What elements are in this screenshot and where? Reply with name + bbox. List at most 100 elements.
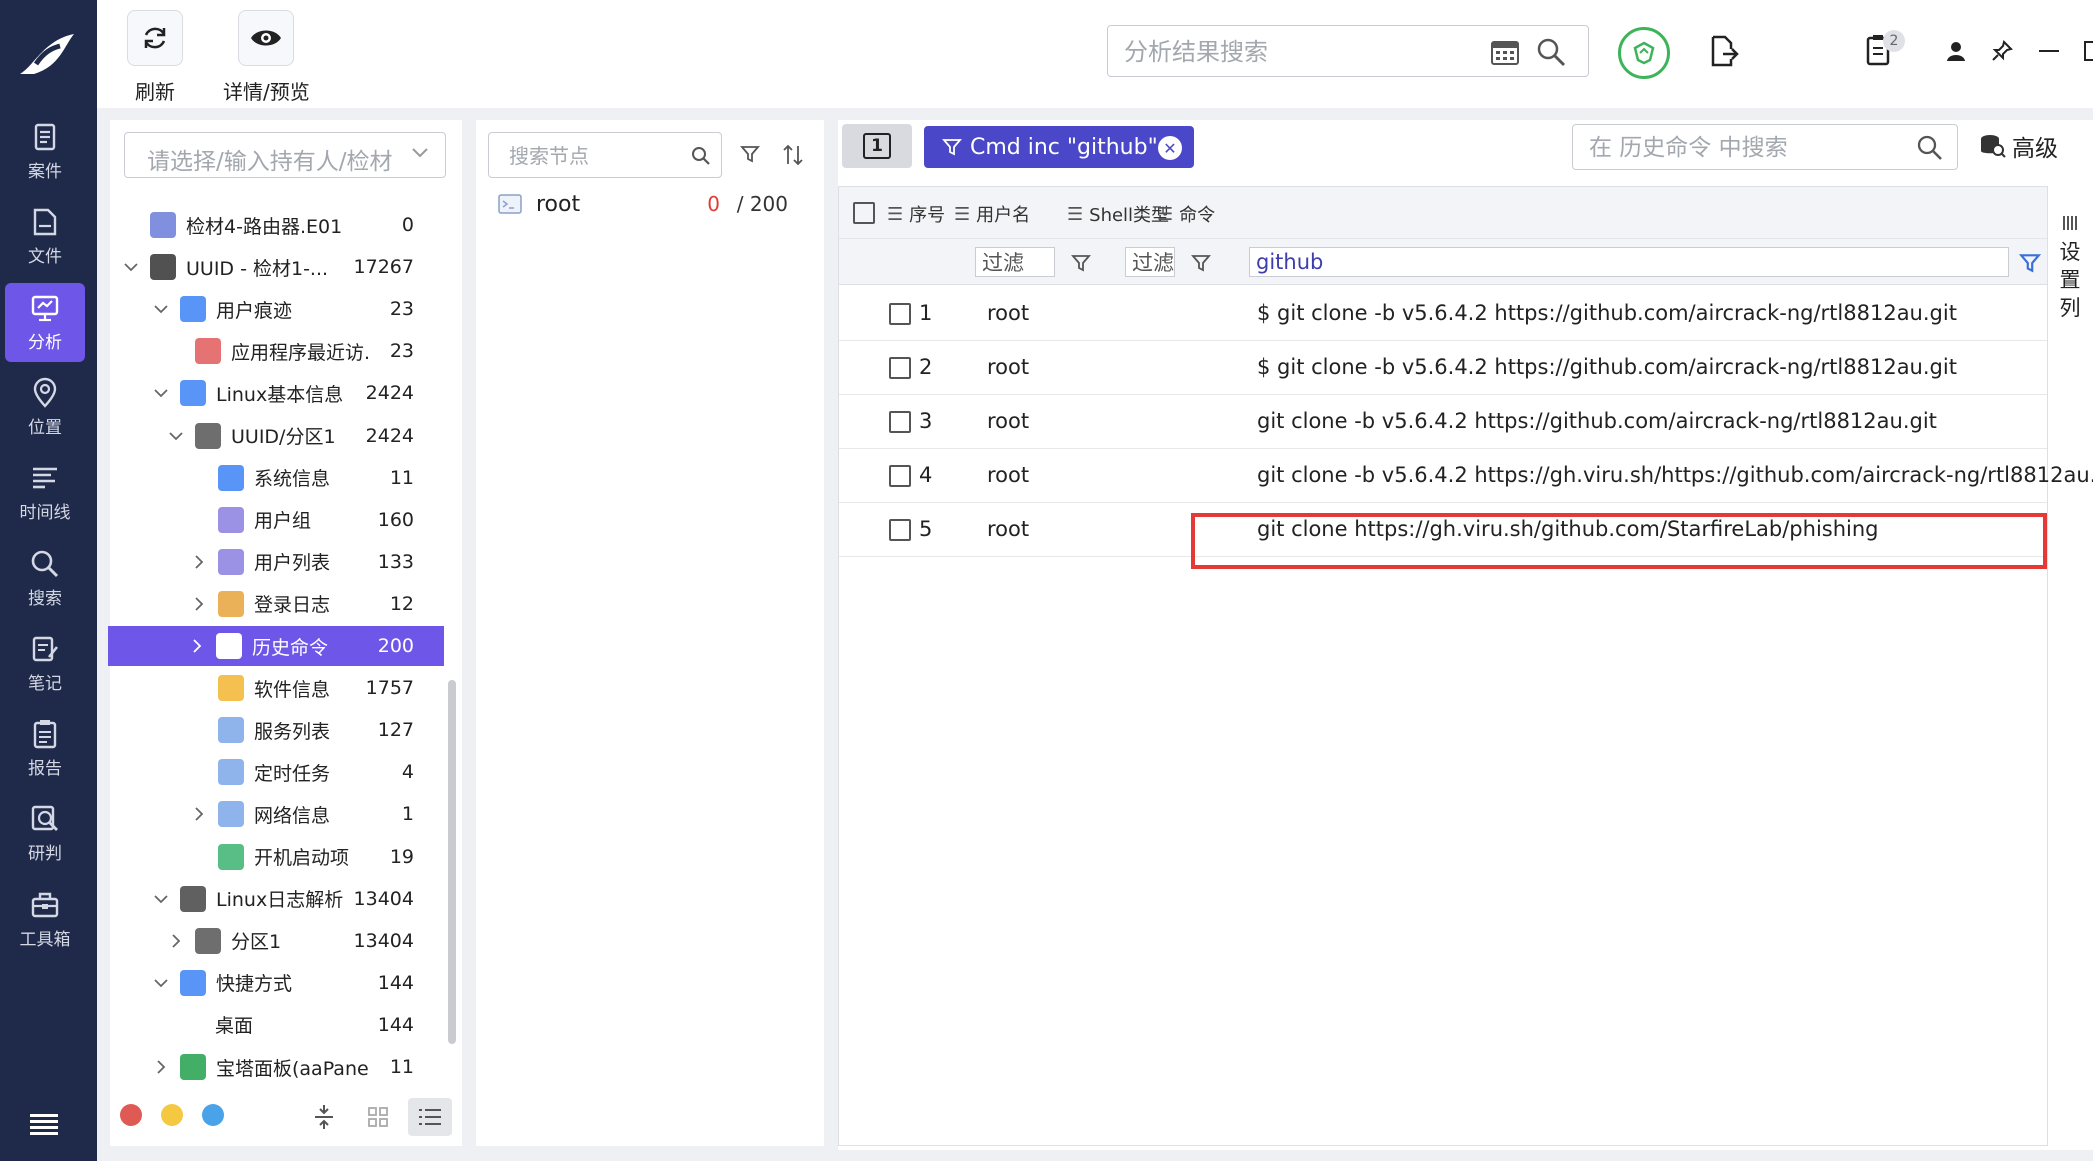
chevron-down-icon[interactable]	[152, 384, 170, 402]
row-checkbox[interactable]	[889, 411, 911, 433]
refresh-button[interactable]: 刷新	[127, 10, 183, 105]
table-row[interactable]: 4 root git clone -b v5.6.4.2 https://gh.vi…	[839, 449, 2093, 503]
chevron-right-icon[interactable]	[167, 932, 185, 950]
search-icon[interactable]	[691, 146, 711, 166]
chevron-right-icon[interactable]	[190, 805, 208, 823]
filter-icon[interactable]	[1071, 253, 1091, 273]
select-all-checkbox[interactable]	[853, 202, 875, 224]
row-checkbox[interactable]	[889, 303, 911, 325]
advanced-search-button[interactable]: 高级	[1978, 126, 2078, 166]
yellow-dot-icon[interactable]	[161, 1104, 183, 1126]
hamburger-menu-icon[interactable]	[28, 1112, 60, 1136]
column-user[interactable]: ☰ 用户名	[954, 201, 1030, 227]
tree-node[interactable]: 用户痕迹 23	[110, 289, 444, 329]
row-checkbox[interactable]	[889, 519, 911, 541]
rail-item-case[interactable]: 案件	[5, 112, 85, 191]
row-checkbox[interactable]	[889, 357, 911, 379]
red-dot-icon[interactable]	[120, 1104, 142, 1126]
chevron-down-icon[interactable]	[152, 974, 170, 992]
filter-icon[interactable]	[740, 144, 760, 164]
tree-node[interactable]: 服务列表 127	[110, 710, 444, 750]
table-row[interactable]: 2 root $ git clone -b v5.6.4.2 https://git…	[839, 341, 2047, 395]
chevron-right-icon[interactable]	[190, 595, 208, 613]
tree-node[interactable]: 检材4-路由器.E01 0	[110, 205, 444, 245]
node-root-count: 0	[707, 192, 720, 216]
blue-dot-icon[interactable]	[202, 1104, 224, 1126]
list-view-icon[interactable]	[408, 1098, 452, 1136]
tree-node[interactable]: 系统信息 11	[110, 458, 444, 498]
tree-node[interactable]: 快捷方式 144	[110, 963, 444, 1003]
column-command[interactable]: ☰ 命令	[1157, 201, 1215, 227]
rail-item-judge[interactable]: 研判	[5, 794, 85, 873]
filter-icon[interactable]	[1191, 253, 1211, 273]
node-search-input[interactable]	[509, 144, 669, 168]
chevron-down-icon[interactable]	[152, 300, 170, 318]
tree-node[interactable]: 用户列表 133	[110, 542, 444, 582]
shell-filter-input[interactable]: 过滤	[1125, 247, 1175, 277]
tree-node[interactable]: 用户组 160	[110, 500, 444, 540]
row-user: root	[987, 301, 1030, 325]
sort-icon[interactable]	[782, 144, 804, 166]
search-icon[interactable]	[1917, 135, 1943, 161]
command-filter-input[interactable]: github	[1249, 247, 2009, 277]
tree-node[interactable]: 桌面 144	[110, 1005, 444, 1045]
pin-icon[interactable]	[1985, 34, 2019, 68]
minimize-icon[interactable]	[2032, 34, 2066, 68]
chevron-down-icon[interactable]	[122, 258, 140, 276]
collapse-all-icon[interactable]	[302, 1098, 346, 1136]
filter-active-icon[interactable]	[2019, 252, 2041, 274]
calendar-icon[interactable]	[1490, 38, 1520, 66]
remove-filter-icon[interactable]: ✕	[1158, 136, 1182, 160]
search-icon[interactable]	[1536, 37, 1566, 67]
detail-preview-button[interactable]: 详情/预览	[223, 10, 310, 105]
tree-node-label: 用户列表	[254, 552, 331, 575]
column-settings-button[interactable]: 设置列	[2050, 186, 2090, 446]
tree-node[interactable]: 应用程序最近访... 23	[110, 331, 444, 371]
rail-item-file[interactable]: 文件	[5, 197, 85, 276]
tree-node[interactable]: 定时任务 4	[110, 752, 444, 792]
column-index[interactable]: ☰ 序号	[887, 201, 945, 227]
filter-chip[interactable]: Cmd inc "github" ✕	[924, 126, 1194, 168]
tree-node[interactable]: Linux日志解析 13404	[110, 879, 444, 919]
judge-icon	[31, 806, 58, 832]
user-filter-input[interactable]: 过滤	[975, 247, 1055, 277]
tree-node[interactable]: UUID - 检材1-... 17267	[110, 247, 444, 287]
row-index: 3	[919, 409, 933, 433]
tree-node[interactable]: 登录日志 12	[110, 584, 444, 624]
tree-node[interactable]: 网络信息 1	[110, 794, 444, 834]
tree-node[interactable]: 分区1 13404	[110, 921, 444, 961]
rail-item-timeline[interactable]: 时间线	[5, 453, 85, 532]
column-shell[interactable]: ☰ Shell类型	[1067, 201, 1169, 227]
chevron-right-icon[interactable]	[152, 1058, 170, 1076]
grid-view-icon[interactable]	[356, 1098, 400, 1136]
chevron-down-icon[interactable]	[167, 427, 185, 445]
history-search-input[interactable]	[1589, 135, 1889, 161]
tree-node[interactable]: 历史命令 200	[108, 626, 444, 666]
tree-node[interactable]: 开机启动项 19	[110, 837, 444, 877]
user-icon[interactable]	[1939, 34, 1973, 68]
row-checkbox[interactable]	[889, 465, 911, 487]
tree-node[interactable]: 软件信息 1757	[110, 668, 444, 708]
rail-item-analysis[interactable]: 分析	[5, 282, 85, 362]
chevron-right-icon[interactable]	[190, 553, 208, 571]
analysis-search-input[interactable]	[1124, 38, 1484, 66]
rail-item-toolbox[interactable]: 工具箱	[5, 880, 85, 959]
tree-node[interactable]: 宝塔面板(aaPanel) 11	[110, 1047, 444, 1087]
table-row[interactable]: 1 root $ git clone -b v5.6.4.2 https://git…	[839, 287, 2047, 341]
export-file-icon[interactable]	[1707, 34, 1741, 68]
rail-item-report[interactable]: 报告	[5, 709, 85, 788]
rail-item-location[interactable]: 位置	[5, 368, 85, 447]
node-root-row[interactable]: root 0 / 200	[498, 184, 808, 224]
shield-status-icon[interactable]	[1618, 27, 1670, 79]
tree-scrollbar[interactable]	[448, 680, 456, 1044]
tree-node[interactable]: Linux基本信息 2424	[110, 373, 444, 413]
chevron-down-icon[interactable]	[152, 890, 170, 908]
chevron-right-icon[interactable]	[188, 637, 206, 655]
evidence-select[interactable]: 请选择/输入持有人/检材	[124, 132, 446, 178]
rail-item-search[interactable]: 搜索	[5, 539, 85, 618]
rail-item-note[interactable]: 笔记	[5, 624, 85, 703]
table-row[interactable]: 3 root git clone -b v5.6.4.2 https://githu…	[839, 395, 2047, 449]
view-mode-toggle[interactable]: 1	[842, 124, 912, 168]
tree-node[interactable]: UUID/分区1 2424	[110, 416, 444, 456]
maximize-icon[interactable]	[2077, 34, 2093, 68]
